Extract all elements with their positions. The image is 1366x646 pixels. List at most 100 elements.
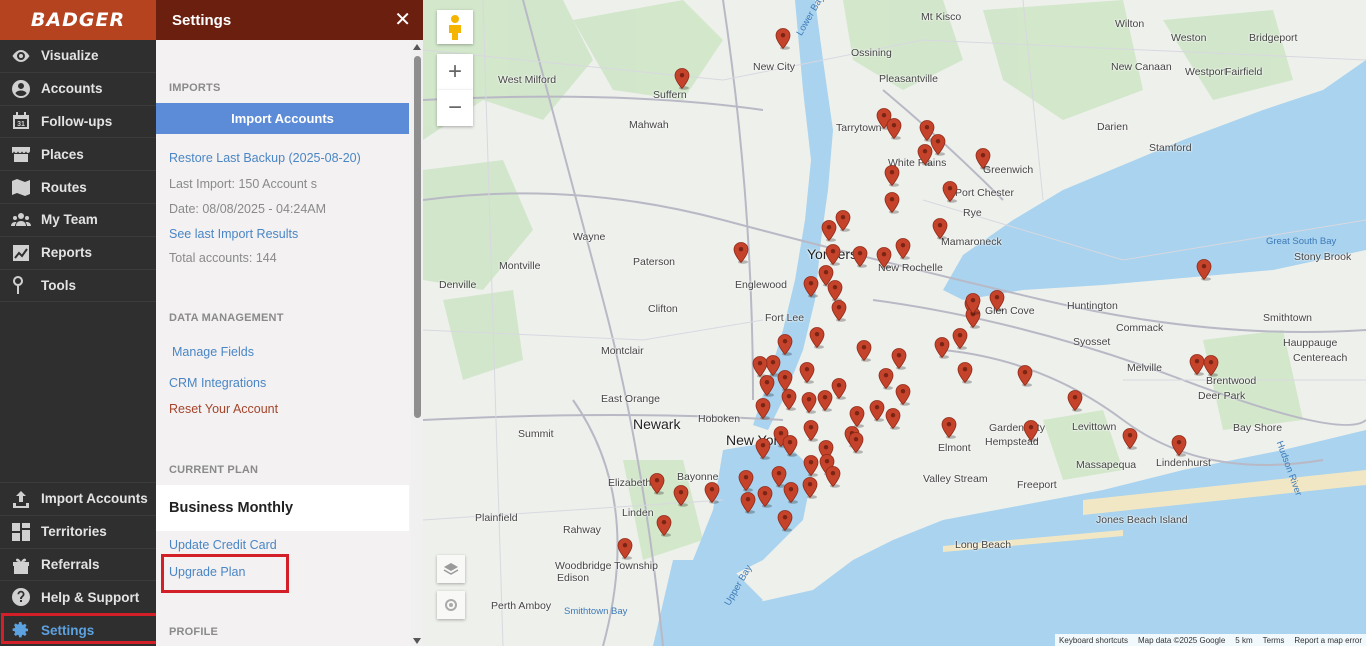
map-pin-icon[interactable]: [783, 482, 799, 504]
map-pin-icon[interactable]: [775, 28, 791, 50]
nav-item-routes[interactable]: Routes: [0, 171, 156, 204]
nav-item-import-accounts[interactable]: Import Accounts: [0, 482, 156, 515]
map-pin-icon[interactable]: [755, 398, 771, 420]
map-pin-icon[interactable]: [825, 466, 841, 488]
map-pin-icon[interactable]: [825, 244, 841, 266]
crm-integrations-link[interactable]: CRM Integrations: [169, 376, 266, 390]
brand-logo[interactable]: BADGER: [0, 0, 156, 40]
map-pin-icon[interactable]: [1017, 365, 1033, 387]
map-pin-icon[interactable]: [809, 327, 825, 349]
map-pin-icon[interactable]: [777, 510, 793, 532]
map-pin-icon[interactable]: [674, 68, 690, 90]
zoom-in-button[interactable]: +: [437, 54, 473, 90]
map-pin-icon[interactable]: [803, 276, 819, 298]
map-pin-icon[interactable]: [848, 432, 864, 454]
map-pin-icon[interactable]: [777, 334, 793, 356]
map-pin-icon[interactable]: [817, 390, 833, 412]
map-pin-icon[interactable]: [656, 515, 672, 537]
map-pin-icon[interactable]: [884, 192, 900, 214]
scroll-up-icon[interactable]: [413, 44, 421, 50]
map-pin-icon[interactable]: [1023, 420, 1039, 442]
map-pin-icon[interactable]: [759, 375, 775, 397]
attribution-item[interactable]: Keyboard shortcuts: [1059, 636, 1128, 645]
map-pin-icon[interactable]: [849, 406, 865, 428]
nav-item-places[interactable]: Places: [0, 138, 156, 172]
map-pin-icon[interactable]: [831, 378, 847, 400]
map-pin-icon[interactable]: [733, 242, 749, 264]
map-pin-icon[interactable]: [1122, 428, 1138, 450]
map-pin-icon[interactable]: [878, 368, 894, 390]
nav-item-settings[interactable]: Settings: [0, 613, 156, 646]
map-pin-icon[interactable]: [885, 408, 901, 430]
nav-item-accounts[interactable]: Accounts: [0, 73, 156, 106]
map-pin-icon[interactable]: [891, 348, 907, 370]
map-pin-icon[interactable]: [1203, 355, 1219, 377]
upgrade-plan-link[interactable]: Upgrade Plan: [169, 565, 245, 579]
map-pin-icon[interactable]: [827, 280, 843, 302]
nav-item-tools[interactable]: Tools: [0, 270, 156, 303]
map-pin-icon[interactable]: [895, 384, 911, 406]
map-pin-icon[interactable]: [856, 340, 872, 362]
nav-item-my-team[interactable]: My Team: [0, 204, 156, 237]
map-pin-icon[interactable]: [952, 328, 968, 350]
map-pin-icon[interactable]: [802, 477, 818, 499]
zoom-out-button[interactable]: −: [437, 90, 473, 126]
map-pin-icon[interactable]: [965, 293, 981, 315]
map-pin-icon[interactable]: [1067, 390, 1083, 412]
street-view-icon[interactable]: [437, 10, 473, 44]
my-location-icon[interactable]: [437, 591, 465, 619]
map-pin-icon[interactable]: [704, 482, 720, 504]
map-pin-icon[interactable]: [831, 300, 847, 322]
map-pin-icon[interactable]: [801, 392, 817, 414]
attribution-item[interactable]: Report a map error: [1294, 636, 1362, 645]
map-pin-icon[interactable]: [957, 362, 973, 384]
map-pin-icon[interactable]: [942, 181, 958, 203]
nav-item-help-support[interactable]: Help & Support: [0, 580, 156, 613]
close-icon[interactable]: ✕: [394, 10, 411, 30]
attribution-item[interactable]: Terms: [1263, 636, 1285, 645]
map-pin-icon[interactable]: [869, 400, 885, 422]
nav-item-visualize[interactable]: Visualize: [0, 40, 156, 73]
map-pin-icon[interactable]: [755, 438, 771, 460]
map-pin-icon[interactable]: [782, 435, 798, 457]
nav-item-reports[interactable]: Reports: [0, 237, 156, 270]
scroll-thumb[interactable]: [414, 56, 421, 418]
nav-item-referrals[interactable]: Referrals: [0, 547, 156, 581]
map-pin-icon[interactable]: [757, 486, 773, 508]
map-pin-icon[interactable]: [884, 165, 900, 187]
map-pin-icon[interactable]: [895, 238, 911, 260]
import-results-link[interactable]: See last Import Results: [169, 227, 298, 241]
map[interactable]: Ossining New City West Milford Suffern Pleas…: [423, 0, 1366, 646]
map-pin-icon[interactable]: [738, 470, 754, 492]
map-pin-icon[interactable]: [886, 118, 902, 140]
layers-icon[interactable]: [437, 555, 465, 583]
map-pin-icon[interactable]: [781, 389, 797, 411]
map-pin-icon[interactable]: [917, 144, 933, 166]
update-credit-card-link[interactable]: Update Credit Card: [169, 538, 277, 552]
map-pin-icon[interactable]: [649, 473, 665, 495]
scroll-down-icon[interactable]: [413, 638, 421, 644]
map-pin-icon[interactable]: [1171, 435, 1187, 457]
map-pin-icon[interactable]: [803, 455, 819, 477]
map-pin-icon[interactable]: [975, 148, 991, 170]
map-pin-icon[interactable]: [803, 420, 819, 442]
panel-scrollbar[interactable]: [411, 40, 423, 646]
map-pin-icon[interactable]: [799, 362, 815, 384]
map-pin-icon[interactable]: [876, 247, 892, 269]
map-pin-icon[interactable]: [673, 485, 689, 507]
map-pin-icon[interactable]: [989, 290, 1005, 312]
map-pin-icon[interactable]: [1196, 259, 1212, 281]
map-pin-icon[interactable]: [835, 210, 851, 232]
map-pin-icon[interactable]: [617, 538, 633, 560]
map-pin-icon[interactable]: [740, 492, 756, 514]
map-pin-icon[interactable]: [934, 337, 950, 359]
nav-item-territories[interactable]: Territories: [0, 514, 156, 548]
map-pin-icon[interactable]: [932, 218, 948, 240]
nav-item-follow-ups[interactable]: 31 Follow-ups: [0, 106, 156, 139]
map-pin-icon[interactable]: [941, 417, 957, 439]
reset-account-link[interactable]: Reset Your Account: [169, 402, 278, 416]
restore-backup-link[interactable]: Restore Last Backup (2025-08-20): [169, 151, 361, 165]
map-pin-icon[interactable]: [821, 220, 837, 242]
map-pin-icon[interactable]: [852, 246, 868, 268]
manage-fields-link[interactable]: Manage Fields: [172, 345, 254, 359]
